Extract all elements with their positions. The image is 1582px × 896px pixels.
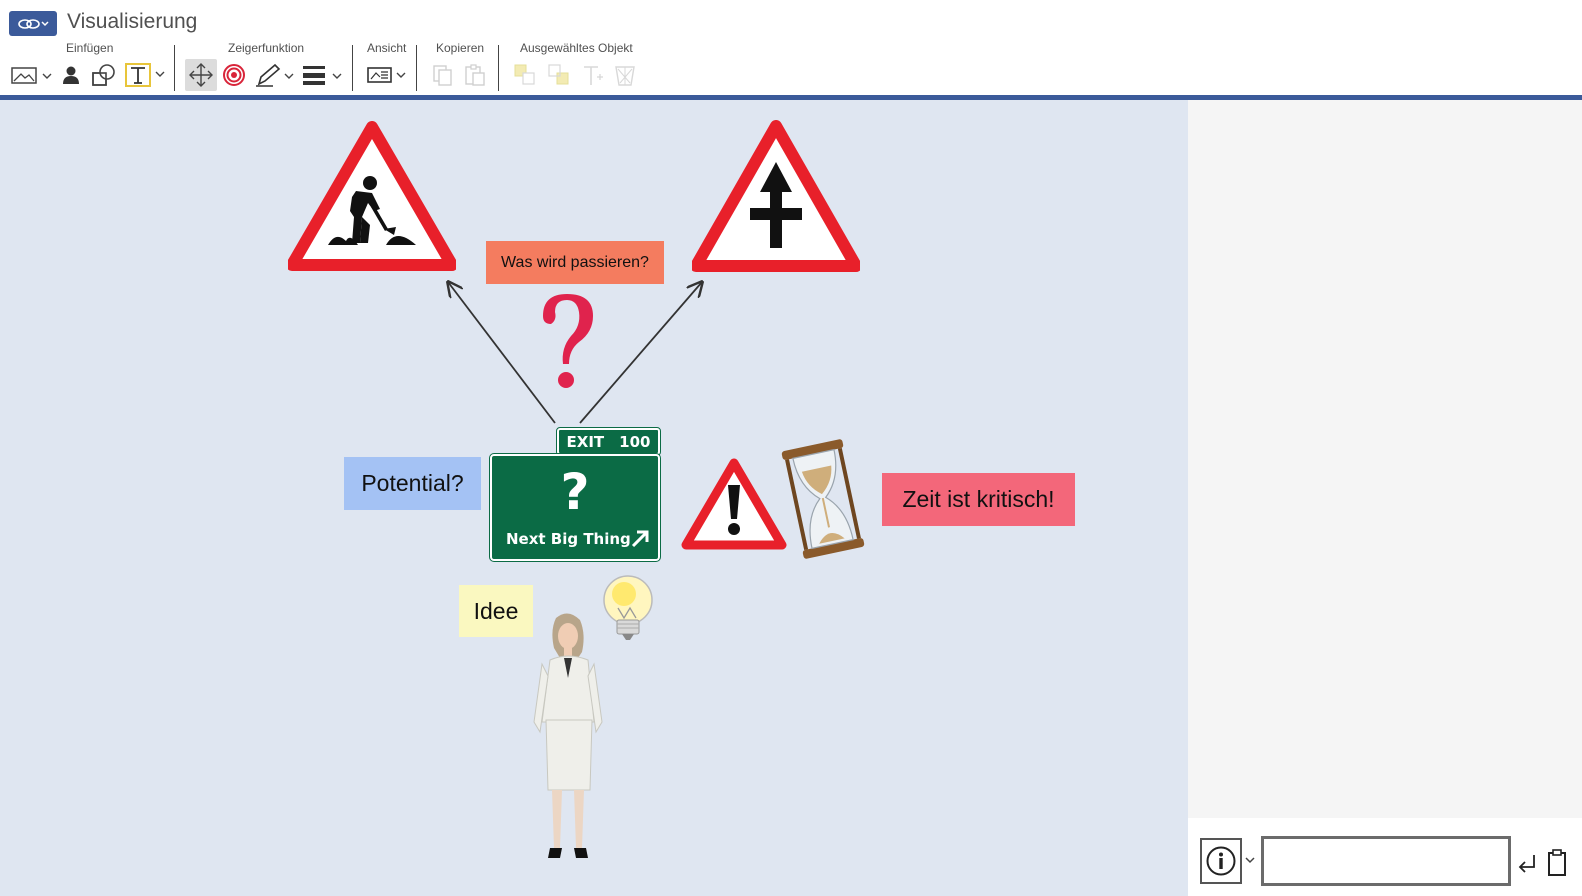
send-to-back-button[interactable]	[546, 59, 572, 91]
paste-button[interactable]	[462, 59, 488, 91]
ribbon-toolbar: Visualisierung Einfügen Zeigerfunktion A…	[0, 0, 1582, 96]
pen-tool-button[interactable]	[253, 59, 297, 91]
delete-icon	[615, 66, 635, 86]
text-format-button[interactable]	[580, 59, 606, 91]
group-label-selected: Ausgewähltes Objekt	[520, 41, 633, 55]
exit-label: EXIT	[566, 432, 605, 451]
time-critical-label-box[interactable]: Zeit ist kritisch!	[882, 473, 1075, 526]
target-icon	[223, 64, 245, 86]
exit-tab: EXIT 100	[556, 427, 661, 456]
insert-person-button[interactable]	[60, 59, 82, 91]
link-icon	[18, 18, 49, 29]
businesswoman-image[interactable]	[528, 612, 610, 864]
paste-icon	[465, 64, 485, 86]
visualisation-app: Visualisierung Einfügen Zeigerfunktion A…	[0, 0, 1582, 896]
question-label-box[interactable]: Was wird passieren?	[486, 241, 664, 284]
image-insert-icon	[11, 67, 52, 84]
laser-pointer-button[interactable]	[221, 59, 247, 91]
insert-image-button[interactable]	[9, 59, 55, 91]
group-label-insert: Einfügen	[66, 41, 114, 55]
group-label-pointer: Zeigerfunktion	[228, 41, 305, 55]
potential-label-box[interactable]: Potential?	[344, 457, 481, 510]
exit-question-symbol: ?	[560, 463, 590, 521]
side-panel	[1188, 100, 1582, 896]
insert-text-button[interactable]	[124, 59, 168, 91]
line-style-button[interactable]	[300, 59, 346, 91]
info-button[interactable]	[1200, 838, 1242, 884]
toolbar-separator	[498, 45, 499, 91]
text-format-icon	[584, 66, 603, 85]
toolbar-separator	[416, 45, 417, 91]
toolbar-separator	[352, 45, 353, 91]
toolbar-separator	[174, 45, 175, 91]
question-mark-image[interactable]	[535, 290, 601, 394]
exit-sign-text: Next Big Thing	[506, 530, 631, 548]
text-icon	[125, 63, 165, 87]
group-label-view: Ansicht	[367, 41, 407, 55]
bring-front-icon	[514, 64, 535, 85]
insert-shape-button[interactable]	[90, 59, 118, 91]
priority-road-sign-image[interactable]	[692, 120, 860, 272]
idea-label-box[interactable]: Idee	[459, 585, 533, 637]
clipboard-icon[interactable]	[1546, 848, 1568, 878]
enter-icon[interactable]	[1516, 852, 1538, 876]
app-title: Visualisierung	[67, 10, 198, 33]
hourglass-image[interactable]	[780, 438, 866, 560]
person-icon	[63, 66, 79, 84]
pen-icon	[256, 63, 294, 87]
line-style-icon	[303, 66, 342, 85]
copy-button[interactable]	[430, 59, 456, 91]
arrow-up-right-icon	[631, 530, 649, 548]
move-tool-button[interactable]	[185, 59, 217, 91]
visualisation-canvas[interactable]: Was wird passieren? Potential? EXIT 100 …	[0, 100, 1188, 896]
bring-to-front-button[interactable]	[512, 59, 538, 91]
info-icon	[1206, 846, 1236, 876]
exit-number: 100	[619, 432, 651, 451]
copy-icon	[433, 65, 452, 86]
exit-sign-image[interactable]: EXIT 100 ? Next Big Thing	[489, 427, 661, 562]
view-icon	[367, 67, 406, 83]
exit-panel: ? Next Big Thing	[489, 453, 661, 562]
warning-sign-image[interactable]	[680, 457, 788, 551]
group-label-copy: Kopieren	[436, 41, 485, 55]
command-input[interactable]	[1261, 836, 1511, 886]
app-menu-button[interactable]	[9, 11, 57, 36]
delete-object-button[interactable]	[612, 59, 638, 91]
chevron-down-icon[interactable]	[1244, 855, 1256, 865]
move-icon	[189, 63, 213, 87]
roadworks-sign-image[interactable]	[288, 121, 456, 271]
view-button[interactable]	[366, 59, 410, 91]
send-back-icon	[548, 64, 569, 85]
shapes-icon	[92, 64, 115, 86]
